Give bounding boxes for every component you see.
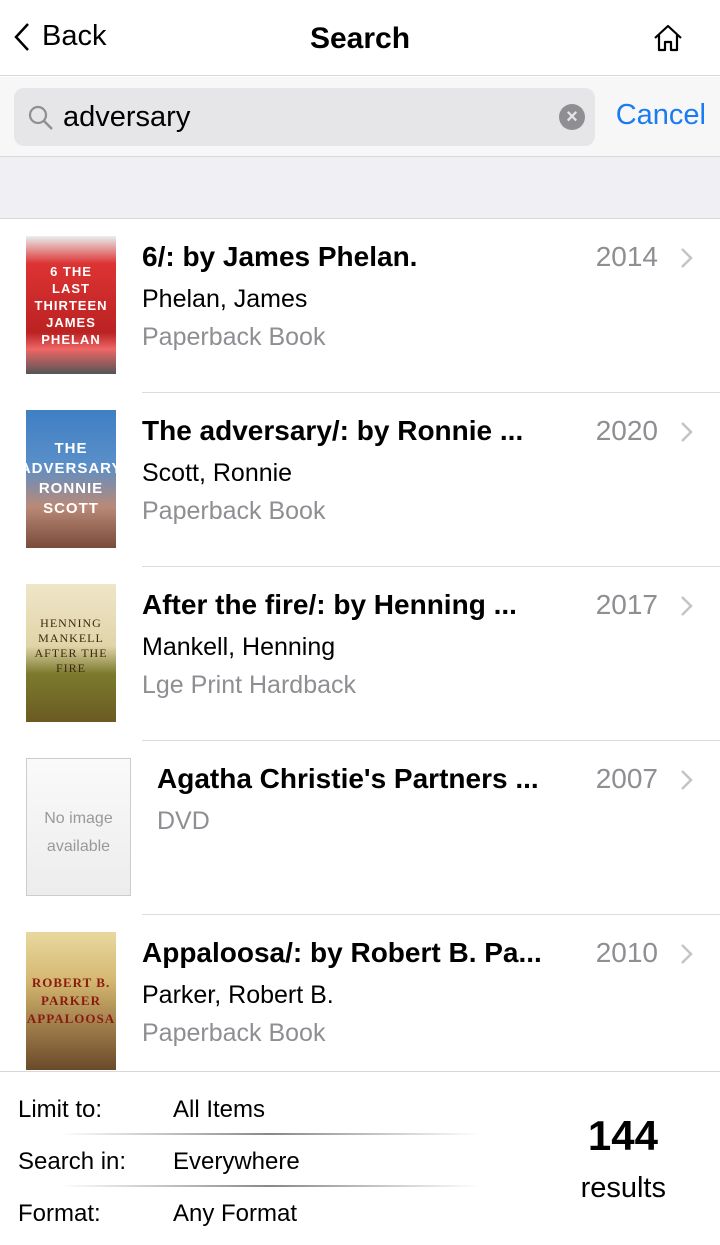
- result-format: Paperback Book: [142, 497, 326, 525]
- result-author: Mankell, Henning: [142, 633, 336, 661]
- chevron-right-icon: [681, 944, 693, 964]
- search-field: ×: [14, 88, 595, 146]
- result-author: Phelan, James: [142, 285, 308, 313]
- page-title: Search: [309, 22, 411, 55]
- search-in-value: Everywhere: [173, 1148, 300, 1175]
- result-title: Agatha Christie's Partners ...: [157, 763, 539, 794]
- result-year: 2020: [595, 415, 658, 446]
- cover-text: ROBERT B. PARKER APPALOOSA: [26, 975, 116, 1026]
- format-label: Format:: [18, 1200, 101, 1227]
- chevron-right-icon: [681, 770, 693, 790]
- limit-to-label: Limit to:: [18, 1096, 103, 1123]
- cover-text: 6 THE LAST THIRTEEN JAMES PHELAN: [34, 263, 108, 347]
- result-title: After the fire/: by Henning ...: [142, 589, 517, 620]
- result-row[interactable]: HENNING MANKELL AFTER THE FIRE After the…: [0, 567, 720, 741]
- result-title: The adversary/: by Ronnie ...: [142, 415, 524, 446]
- chevron-right-icon: [681, 596, 693, 616]
- result-year: 2014: [595, 241, 658, 272]
- result-year: 2017: [595, 589, 658, 620]
- home-icon[interactable]: [652, 22, 684, 54]
- clear-search-icon[interactable]: ×: [559, 104, 585, 130]
- format-option[interactable]: Format: Any Format: [18, 1200, 297, 1228]
- result-format: Paperback Book: [142, 1019, 326, 1047]
- results-label: results: [580, 1172, 666, 1204]
- format-value: Any Format: [173, 1200, 298, 1227]
- cover-text: THE ADVERSARY RONNIE SCOTT: [26, 440, 116, 517]
- book-cover: ROBERT B. PARKER APPALOOSA: [26, 932, 116, 1070]
- result-row[interactable]: ROBERT B. PARKER APPALOOSA Appaloosa/: b…: [0, 915, 720, 1071]
- search-in-option[interactable]: Search in: Everywhere: [18, 1148, 300, 1176]
- chevron-right-icon: [681, 422, 693, 442]
- limit-to-option[interactable]: Limit to: All Items: [18, 1096, 265, 1124]
- cancel-button[interactable]: Cancel: [616, 99, 706, 132]
- cover-text: HENNING MANKELL AFTER THE FIRE: [34, 616, 108, 675]
- result-title: Appaloosa/: by Robert B. Pa...: [142, 937, 542, 968]
- chevron-right-icon: [681, 248, 693, 268]
- navigation-bar: Back Search: [0, 0, 720, 76]
- result-row[interactable]: No image available Agatha Christie's Par…: [0, 741, 720, 915]
- search-input[interactable]: [63, 96, 543, 138]
- section-header: [0, 157, 720, 219]
- results-count: 144: [587, 1112, 658, 1159]
- book-cover: 6 THE LAST THIRTEEN JAMES PHELAN: [26, 236, 116, 374]
- result-format: DVD: [157, 807, 210, 835]
- search-options-footer: Limit to: All Items Search in: Everywher…: [0, 1071, 720, 1245]
- no-image-placeholder: No image available: [26, 758, 131, 896]
- search-bar: × Cancel: [0, 77, 720, 157]
- result-format: Paperback Book: [142, 323, 326, 351]
- search-in-label: Search in:: [18, 1148, 127, 1175]
- book-cover: THE ADVERSARY RONNIE SCOTT: [26, 410, 116, 548]
- result-format: Lge Print Hardback: [142, 671, 357, 699]
- result-year: 2007: [595, 763, 658, 794]
- result-row[interactable]: THE ADVERSARY RONNIE SCOTT The adversary…: [0, 393, 720, 567]
- results-list: 6 THE LAST THIRTEEN JAMES PHELAN 6/: by …: [0, 219, 720, 1071]
- result-title: 6/: by James Phelan.: [142, 241, 418, 272]
- result-row[interactable]: 6 THE LAST THIRTEEN JAMES PHELAN 6/: by …: [0, 219, 720, 393]
- result-author: Scott, Ronnie: [142, 459, 293, 487]
- limit-to-value: All Items: [173, 1096, 266, 1123]
- result-author: Parker, Robert B.: [142, 981, 334, 1009]
- book-cover: HENNING MANKELL AFTER THE FIRE: [26, 584, 116, 722]
- search-icon: [28, 105, 53, 130]
- result-year: 2010: [595, 937, 658, 968]
